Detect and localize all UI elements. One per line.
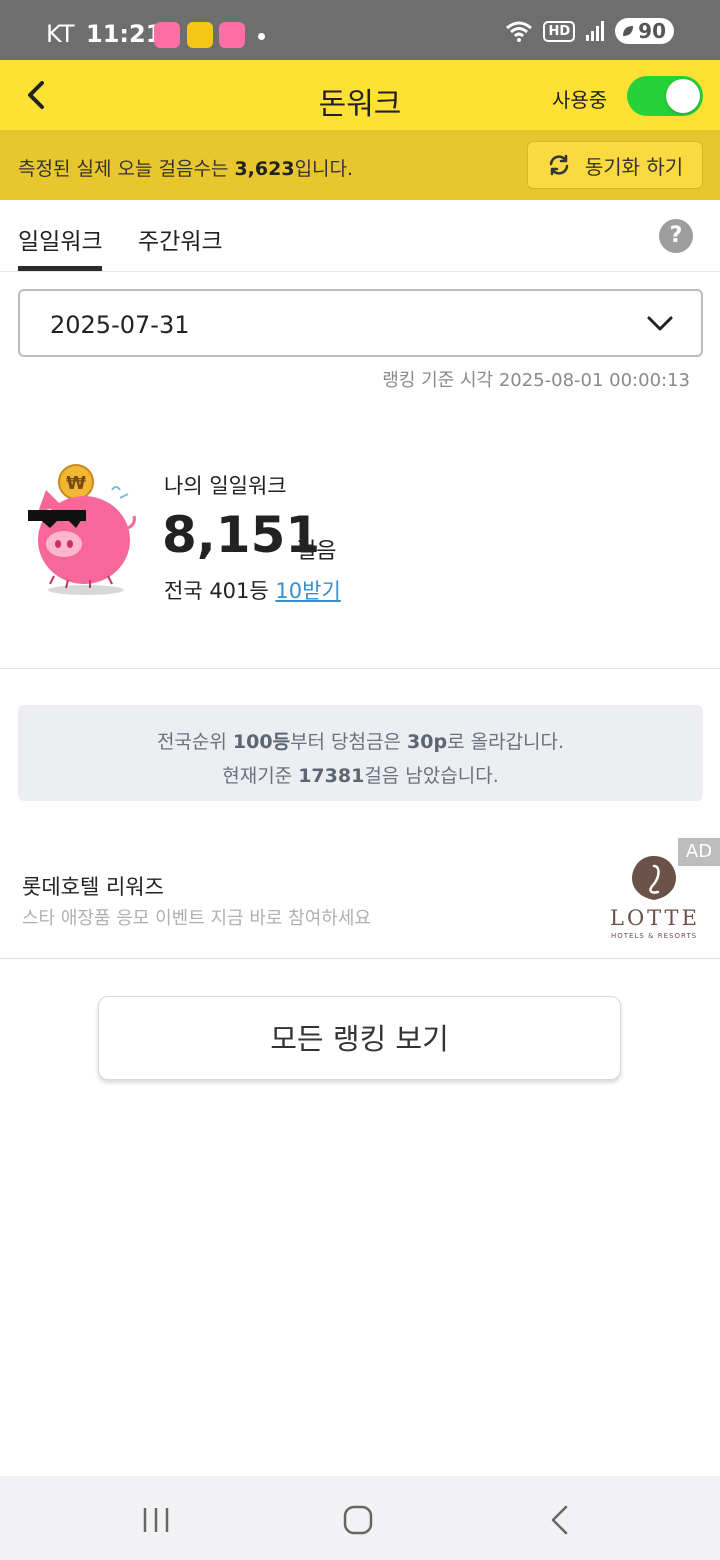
info-text: 부터 당첨금은: [290, 731, 408, 753]
svg-text:₩: ₩: [66, 473, 86, 494]
app-header: 돈워크 사용중: [0, 60, 720, 130]
info-text: 걸음 남았습니다.: [364, 765, 499, 787]
measured-steps-bar: 측정된 실제 오늘 걸음수는 3,623입니다. 동기화 하기: [0, 130, 720, 200]
measured-steps-text: 측정된 실제 오늘 걸음수는 3,623입니다.: [18, 154, 353, 181]
national-rank-text: 전국 401등: [164, 579, 276, 603]
recent-apps-button[interactable]: [134, 1498, 178, 1542]
steps-unit: 걸음: [296, 539, 337, 564]
prize-info-line-2: 현재기준 17381걸음 남았습니다.: [18, 761, 703, 788]
info-text: 전국순위: [156, 731, 233, 753]
back-button[interactable]: [18, 73, 62, 117]
hd-voice-icon: HD: [543, 20, 576, 42]
prize-info-line-1: 전국순위 100등부터 당첨금은 30p로 올라갑니다.: [18, 727, 703, 754]
info-rank-threshold: 100등: [232, 731, 291, 753]
selected-date: 2025-07-31: [50, 311, 190, 339]
info-text: 현재기준: [222, 765, 299, 787]
lotte-hotel-logo[interactable]: LOTTE HOTELS & RESORTS: [604, 852, 704, 944]
tab-daily-walk[interactable]: 일일워크: [18, 222, 103, 256]
in-use-toggle[interactable]: [627, 76, 703, 116]
help-button[interactable]: ?: [659, 219, 693, 253]
carrier-label: KT: [46, 20, 75, 48]
signal-icon: [586, 21, 605, 41]
sync-button[interactable]: 동기화 하기: [527, 141, 703, 189]
page-title: 돈워크: [318, 87, 402, 122]
app-notification-icon: [187, 22, 213, 48]
tab-weekly-walk[interactable]: 주간워크: [138, 222, 223, 256]
home-icon: [343, 1505, 373, 1535]
view-all-ranking-button[interactable]: 모든 랭킹 보기: [98, 996, 621, 1080]
status-bar: KT 11:21 HD 90: [0, 0, 720, 60]
battery-level: 90: [638, 19, 666, 43]
reward-link[interactable]: 10받기: [275, 579, 340, 603]
ad-logo-word: LOTTE: [610, 906, 700, 930]
system-nav-bar: [0, 1476, 720, 1560]
clock-time: 11:21: [86, 20, 163, 48]
chevron-down-icon: [647, 316, 673, 331]
date-select[interactable]: 2025-07-31: [18, 289, 703, 357]
in-use-label: 사용중: [552, 88, 608, 112]
measured-steps-value: 3,623: [234, 158, 295, 180]
measured-suffix: 입니다.: [294, 158, 354, 180]
sync-label: 동기화 하기: [584, 154, 684, 179]
pig-notification-icon-2: [219, 22, 245, 48]
wifi-icon: [506, 21, 533, 42]
info-steps-remaining: 17381: [298, 765, 365, 787]
prize-info-box: 전국순위 100등부터 당첨금은 30p로 올라갑니다. 현재기준 17381걸…: [18, 705, 703, 801]
pig-mascot-icon: ₩: [28, 464, 136, 595]
divider: [0, 668, 720, 669]
status-icons: HD 90: [505, 18, 674, 44]
question-mark-icon: ?: [669, 223, 683, 248]
more-notifications-dot: [258, 33, 265, 40]
tab-bar: 일일워크 주간워크 ?: [0, 200, 720, 272]
measured-prefix: 측정된 실제 오늘 걸음수는: [18, 158, 235, 180]
ad-title[interactable]: 롯데호텔 리워즈: [22, 871, 164, 901]
back-arrow-icon: [28, 81, 44, 109]
divider: [0, 958, 720, 959]
my-daily-walk-label: 나의 일일워크: [164, 474, 287, 498]
battery-indicator: 90: [615, 18, 674, 44]
pig-notification-icon: [154, 22, 180, 48]
info-text: 로 올라갑니다.: [447, 731, 565, 753]
national-rank: 전국 401등 10받기: [164, 575, 341, 605]
active-tab-indicator: [18, 266, 102, 271]
refresh-icon: [549, 154, 569, 176]
leaf-icon: [623, 26, 634, 36]
lotte-emblem-icon: [632, 856, 676, 900]
system-back-button[interactable]: [538, 1498, 582, 1542]
system-back-icon: [551, 1505, 568, 1535]
ad-description[interactable]: 스타 애장품 응모 이벤트 지금 바로 참여하세요: [22, 904, 371, 930]
recent-apps-icon: [143, 1508, 169, 1532]
home-button[interactable]: [336, 1498, 380, 1542]
info-prize-amount: 30p: [407, 731, 448, 753]
ad-logo-sub: HOTELS & RESORTS: [611, 932, 698, 940]
ranking-reference-time: 랭킹 기준 시각 2025-08-01 00:00:13: [382, 370, 690, 391]
toggle-knob: [666, 79, 700, 113]
